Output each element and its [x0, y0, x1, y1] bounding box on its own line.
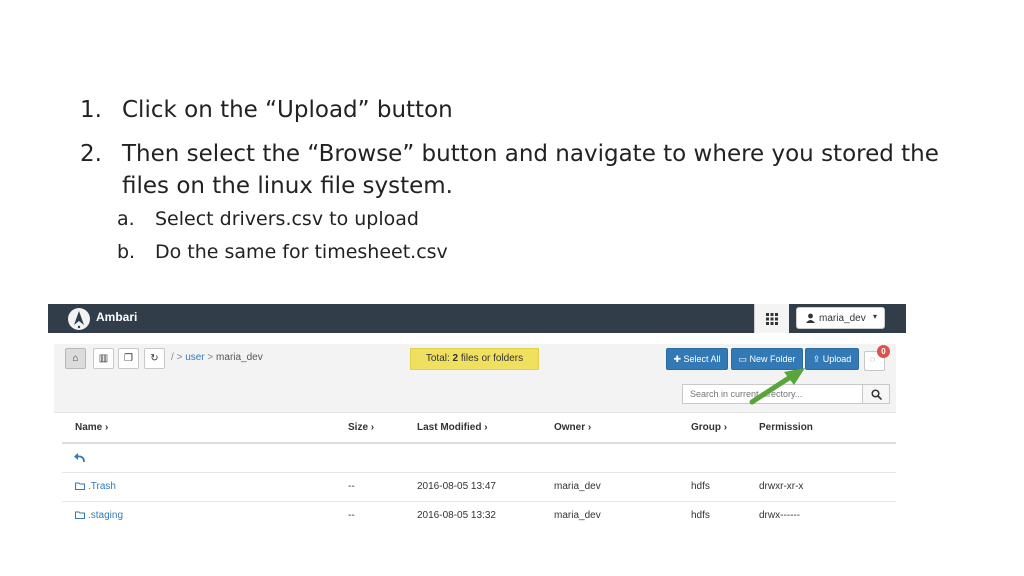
upload-label: Upload	[822, 354, 852, 364]
col-group-header[interactable]: Group ›	[691, 422, 727, 433]
copy-icon: ❐	[124, 353, 133, 364]
instruction-substep: b. Do the same for timesheet.csv	[80, 236, 980, 269]
top-navbar: Ambari maria_dev ▾	[48, 304, 906, 333]
comment-icon: ◌	[870, 354, 876, 364]
step-number: 1.	[80, 97, 102, 123]
file-group: hdfs	[691, 510, 710, 521]
select-all-label: Select All	[683, 354, 721, 364]
breadcrumb-separator: >	[207, 352, 214, 363]
select-all-button[interactable]: ✚ Select All	[666, 348, 728, 370]
substep-letter: a.	[117, 208, 135, 230]
table-row[interactable]: .staging -- 2016-08-05 13:32 maria_dev h…	[62, 502, 896, 530]
breadcrumb-root[interactable]: /	[171, 352, 174, 363]
substep-text: Do the same for timesheet.csv	[155, 241, 448, 263]
col-modified-header[interactable]: Last Modified ›	[417, 422, 488, 433]
file-size: --	[348, 510, 355, 521]
substep-list: a. Select drivers.csv to upload b. Do th…	[80, 203, 980, 269]
file-permission: drwxr-xr-x	[759, 481, 804, 492]
step-text: Click on the “Upload” button	[122, 97, 453, 123]
ambari-files-view: Ambari maria_dev ▾ ⌂ ▥ ❐ ↻ / > user > ma…	[48, 304, 906, 536]
total-prefix: Total:	[425, 353, 453, 364]
user-menu-button[interactable]: maria_dev ▾	[796, 307, 885, 329]
instruction-substep: a. Select drivers.csv to upload	[80, 203, 980, 236]
breadcrumb: / > user > maria_dev	[171, 352, 263, 363]
col-size-header[interactable]: Size ›	[348, 422, 374, 433]
user-menu-label: maria_dev	[819, 313, 866, 324]
col-owner-header[interactable]: Owner ›	[554, 422, 591, 433]
brand-name[interactable]: Ambari	[96, 310, 137, 324]
search-button[interactable]	[862, 384, 890, 404]
file-group: hdfs	[691, 481, 710, 492]
step-number: 2.	[80, 141, 102, 167]
ambari-logo-icon[interactable]	[68, 308, 90, 330]
parent-dir-row[interactable]	[62, 444, 896, 473]
trash-icon: ▥	[98, 353, 109, 364]
file-modified: 2016-08-05 13:47	[417, 481, 496, 492]
caret-down-icon: ▾	[872, 312, 877, 321]
grid-icon	[766, 313, 778, 325]
col-name-header[interactable]: Name ›	[75, 422, 108, 433]
total-badge: Total: 2 files or folders	[410, 348, 539, 370]
instruction-step: 2. Then select the “Browse” button and n…	[80, 138, 980, 202]
breadcrumb-separator: >	[176, 352, 183, 363]
file-permission: drwx------	[759, 510, 801, 521]
user-icon	[806, 313, 815, 323]
file-modified: 2016-08-05 13:32	[417, 510, 496, 521]
step-text: Then select the “Browse” button and navi…	[122, 141, 939, 199]
home-icon: ⌂	[72, 353, 79, 364]
table-row[interactable]: .Trash -- 2016-08-05 13:47 maria_dev hdf…	[62, 473, 896, 502]
substep-letter: b.	[117, 241, 136, 263]
upload-button[interactable]: ⇪ Upload	[805, 348, 859, 370]
file-owner: maria_dev	[554, 481, 601, 492]
annotation-arrow-icon	[749, 368, 805, 405]
table-header: Name › Size › Last Modified › Owner › Gr…	[62, 414, 896, 444]
file-name-link[interactable]: .Trash	[75, 481, 116, 492]
folder-icon	[75, 511, 85, 519]
refresh-button[interactable]: ↻	[144, 348, 165, 369]
file-size: --	[348, 481, 355, 492]
instruction-list: 1. Click on the “Upload” button 2. Then …	[80, 94, 980, 269]
file-table: Name › Size › Last Modified › Owner › Gr…	[62, 414, 896, 530]
total-suffix: files or folders	[458, 353, 524, 364]
file-name-link[interactable]: .staging	[75, 510, 123, 521]
refresh-icon: ↻	[150, 353, 159, 364]
breadcrumb-current: maria_dev	[216, 352, 263, 363]
plus-icon: ✚	[673, 354, 684, 364]
views-grid-button[interactable]	[754, 304, 789, 333]
search-icon	[871, 389, 882, 400]
folder-icon	[75, 482, 85, 490]
back-arrow-icon[interactable]	[74, 453, 85, 462]
breadcrumb-user[interactable]: user	[185, 352, 204, 363]
home-button[interactable]: ⌂	[65, 348, 86, 369]
col-permission-header: Permission	[759, 422, 813, 433]
file-owner: maria_dev	[554, 510, 601, 521]
substep-text: Select drivers.csv to upload	[155, 208, 419, 230]
delete-button[interactable]: ▥	[93, 348, 114, 369]
notification-count: 0	[877, 345, 890, 358]
upload-icon: ⇪	[812, 354, 823, 364]
copy-button[interactable]: ❐	[118, 348, 139, 369]
instruction-step: 1. Click on the “Upload” button	[80, 94, 980, 126]
